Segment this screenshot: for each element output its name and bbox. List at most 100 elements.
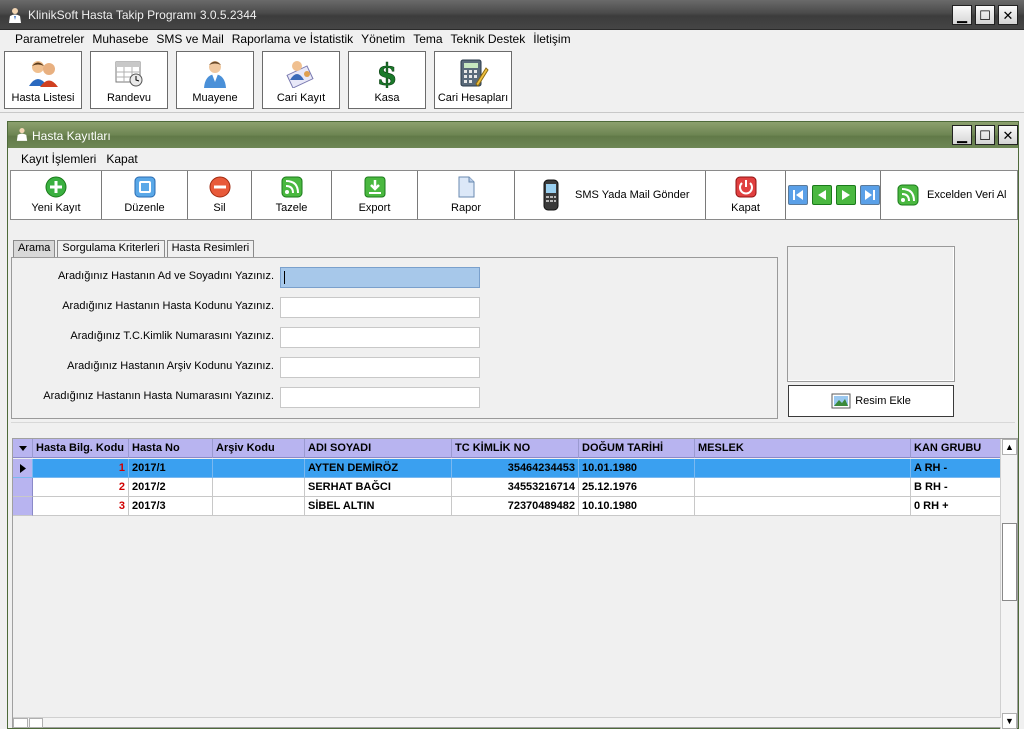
last-icon — [865, 190, 875, 200]
patient-records-window: Hasta Kayıtları ▁ ☐ ✕ Kayıt İşlemleri Ka… — [7, 121, 1019, 729]
menu-sms-mail[interactable]: SMS ve Mail — [152, 30, 227, 49]
child-close-button[interactable]: ✕ — [998, 125, 1018, 145]
minus-icon — [209, 176, 230, 198]
download-icon — [364, 176, 385, 198]
col-arsiv-kodu[interactable]: Arşiv Kodu — [213, 439, 305, 458]
scroll-down-button[interactable]: ▼ — [1002, 713, 1017, 729]
horizontal-scrollbar[interactable] — [13, 717, 1001, 728]
menu-raporlama[interactable]: Raporlama ve İstatistik — [228, 30, 357, 49]
vertical-scrollbar[interactable]: ▲ ▼ — [1000, 439, 1017, 729]
row-indicator — [13, 459, 33, 478]
tab-hasta-resimleri[interactable]: Hasta Resimleri — [166, 240, 255, 257]
appointment-button[interactable]: Randevu — [90, 51, 168, 109]
power-icon — [735, 176, 756, 198]
edit-button[interactable]: Düzenle — [102, 171, 188, 219]
export-button[interactable]: Export — [332, 171, 418, 219]
people-icon — [29, 61, 58, 87]
menu-yonetim[interactable]: Yönetim — [357, 30, 409, 49]
menu-iletisim[interactable]: İletişim — [529, 30, 574, 49]
search-panel: Aradığınız Hastanın Ad ve Soyadını Yazın… — [11, 257, 778, 419]
code-search-input[interactable] — [280, 297, 480, 318]
patient-list-button[interactable]: Hasta Listesi — [4, 51, 82, 109]
next-icon — [842, 190, 850, 200]
scroll-thumb[interactable] — [1002, 523, 1017, 601]
tc-search-label: Aradığınız T.C.Kimlik Numarasını Yazınız… — [70, 330, 274, 342]
scroll-up-button[interactable]: ▲ — [1002, 439, 1017, 455]
sms-mail-button[interactable]: SMS Yada Mail Gönder — [515, 171, 706, 219]
table-row[interactable]: 2 2017/2 SERHAT BAĞCI 34553216714 25.12.… — [13, 478, 1001, 497]
tc-search-input[interactable] — [280, 327, 480, 348]
report-button[interactable]: Rapor — [418, 171, 515, 219]
add-photo-button[interactable]: Resim Ekle — [788, 385, 954, 417]
last-record-button[interactable] — [860, 185, 880, 205]
table-row[interactable]: 3 2017/3 SİBEL ALTIN 72370489482 10.10.1… — [13, 497, 1001, 516]
menu-parametreler[interactable]: Parametreler — [11, 30, 88, 49]
picture-icon — [831, 393, 851, 409]
cell-tc: 35464234453 — [452, 459, 579, 478]
cash-button[interactable]: $ Kasa — [348, 51, 426, 109]
number-search-input[interactable] — [280, 387, 480, 408]
new-record-button[interactable]: Yeni Kayıt — [11, 171, 102, 219]
main-toolbar: Hasta Listesi Randevu Muayene Cari Kayıt… — [0, 49, 1024, 113]
window-title-bar: KlinikSoft Hasta Takip Programı 3.0.5.23… — [0, 0, 1024, 30]
menu-teknik-destek[interactable]: Teknik Destek — [447, 30, 530, 49]
refresh-button[interactable]: Tazele — [252, 171, 332, 219]
cell-archive — [213, 497, 305, 516]
import-excel-button[interactable]: Excelden Veri Al — [880, 171, 1017, 219]
menu-kapat[interactable]: Kapat — [101, 149, 142, 169]
child-menu: Kayıt İşlemleri Kapat — [16, 149, 143, 169]
child-maximize-button[interactable]: ☐ — [975, 125, 995, 145]
current-row-icon — [19, 463, 26, 473]
rss-icon — [281, 176, 302, 198]
accounts-button[interactable]: Cari Hesapları — [434, 51, 512, 109]
next-record-button[interactable] — [836, 185, 856, 205]
cell-birth: 10.10.1980 — [579, 497, 695, 516]
name-search-label: Aradığınız Hastanın Ad ve Soyadını Yazın… — [57, 270, 274, 282]
examination-button[interactable]: Muayene — [176, 51, 254, 109]
cell-tc: 72370489482 — [452, 497, 579, 516]
col-meslek[interactable]: MESLEK — [695, 439, 911, 458]
menu-kayit-islemleri[interactable]: Kayıt İşlemleri — [16, 149, 101, 169]
hscroll-thumb[interactable] — [29, 718, 43, 728]
app-doctor-icon — [9, 8, 21, 23]
col-adi-soyadi[interactable]: ADI SOYADI — [305, 439, 452, 458]
cell-tc: 34553216714 — [452, 478, 579, 497]
archive-search-input[interactable] — [280, 357, 480, 378]
scroll-left-button[interactable] — [13, 718, 28, 728]
table-row[interactable]: 1 2017/1 AYTEN DEMİRÖZ 35464234453 10.01… — [13, 459, 1001, 478]
col-tc-kimlik-no[interactable]: TC KİMLİK NO — [452, 439, 579, 458]
account-record-button[interactable]: Cari Kayıt — [262, 51, 340, 109]
divider — [11, 422, 1015, 423]
menu-muhasebe[interactable]: Muhasebe — [88, 30, 152, 49]
chevron-down-icon — [18, 446, 27, 451]
patient-photo — [787, 246, 955, 382]
contact-card-icon — [286, 61, 314, 88]
col-hasta-bilg-kodu[interactable]: Hasta Bilg. Kodu — [33, 439, 129, 458]
child-doctor-icon — [16, 128, 28, 141]
dollar-icon: $ — [376, 58, 397, 88]
col-dogum-tarihi[interactable]: DOĞUM TARİHİ — [579, 439, 695, 458]
cell-blood: B RH - — [911, 478, 1001, 497]
child-minimize-button[interactable]: ▁ — [952, 125, 972, 145]
close-form-button[interactable]: Kapat — [706, 171, 786, 219]
col-hasta-no[interactable]: Hasta No — [129, 439, 213, 458]
name-search-input[interactable] — [280, 267, 480, 288]
first-record-button[interactable] — [788, 185, 808, 205]
child-title: Hasta Kayıtları — [32, 129, 111, 143]
close-button[interactable]: ✕ — [998, 5, 1018, 25]
calculator-icon — [460, 59, 489, 87]
col-kan-grubu[interactable]: KAN GRUBU — [911, 439, 1001, 458]
cell-blood: A RH - — [911, 459, 1001, 478]
minimize-button[interactable]: ▁ — [952, 5, 972, 25]
cell-code: 2 — [33, 478, 129, 497]
first-icon — [793, 190, 803, 200]
previous-record-button[interactable] — [812, 185, 832, 205]
maximize-button[interactable]: ☐ — [975, 5, 995, 25]
tab-sorgulama[interactable]: Sorgulama Kriterleri — [57, 240, 165, 257]
grid-menu-button[interactable] — [13, 439, 33, 458]
window-title: KlinikSoft Hasta Takip Programı 3.0.5.23… — [28, 8, 257, 22]
delete-button[interactable]: Sil — [188, 171, 252, 219]
menu-tema[interactable]: Tema — [409, 30, 446, 49]
tab-arama[interactable]: Arama — [13, 240, 56, 257]
cell-job — [695, 459, 911, 478]
